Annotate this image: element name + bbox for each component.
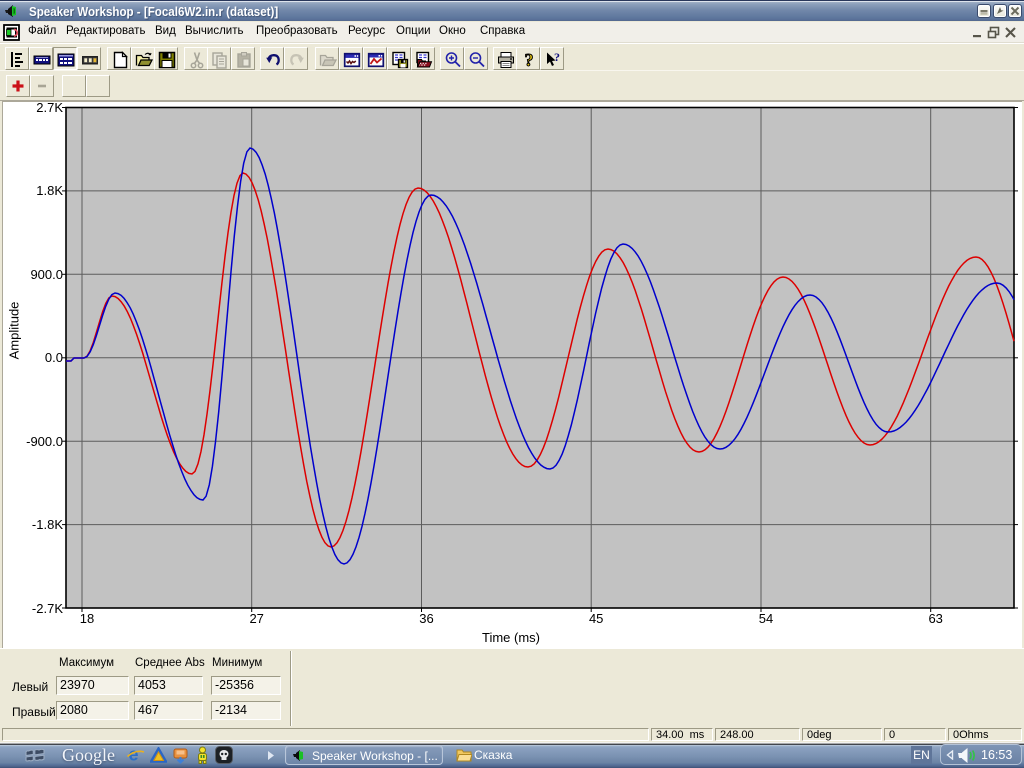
svg-text:?: ? [554,51,560,64]
svg-text:?: ? [525,51,534,69]
